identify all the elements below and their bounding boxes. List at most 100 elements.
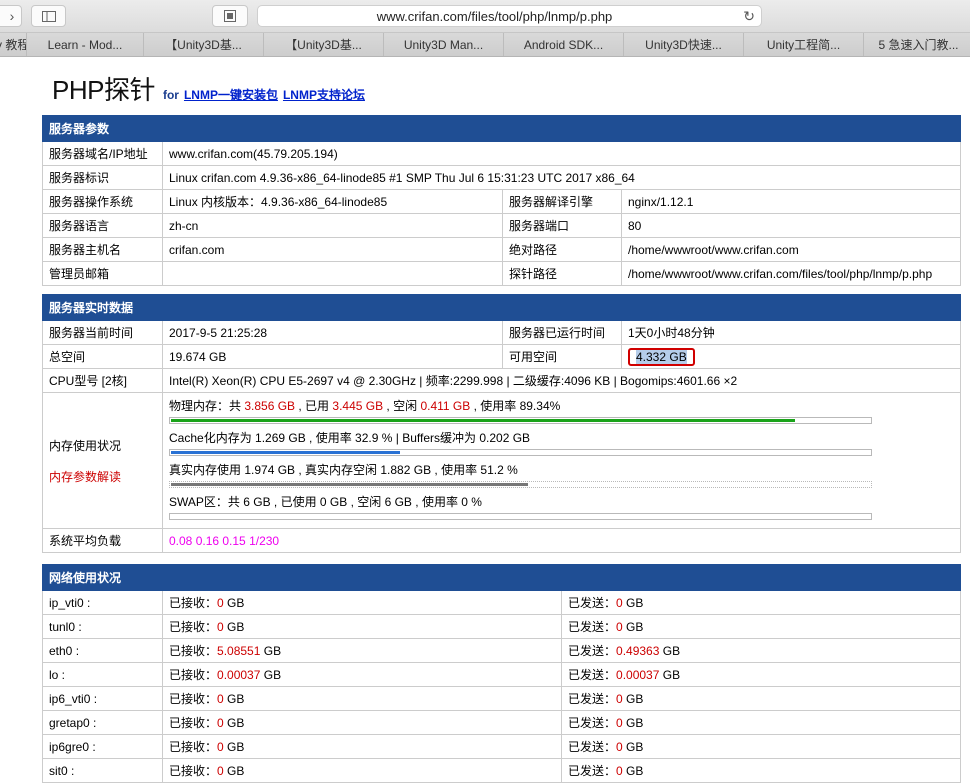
received-label: 已接收： — [169, 644, 218, 658]
table-row: 内存使用状况 内存参数解读 物理内存：共 3.856 GB , 已用 3.445… — [42, 392, 961, 529]
bookmark-item[interactable]: 5 急速入门教... — [863, 33, 970, 56]
table-row: tunl0 : 已接收：0 GB 已发送：0 GB — [42, 614, 961, 639]
received-unit: GB — [223, 764, 245, 778]
reload-icon[interactable]: ↻ — [743, 8, 755, 25]
table-row: 服务器主机名 crifan.com 绝对路径 /home/wwwroot/www… — [42, 237, 961, 262]
row-label: 服务器域名/IP地址 — [42, 141, 163, 166]
sent-cell: 已发送：0 GB — [561, 686, 961, 711]
lnmp-install-link[interactable]: LNMP一键安装包 — [184, 86, 278, 103]
table-row: ip6gre0 : 已接收：0 GB 已发送：0 GB — [42, 734, 961, 759]
reader-button[interactable] — [212, 5, 248, 27]
sent-unit: GB — [622, 596, 644, 610]
received-cell: 已接收：0 GB — [162, 686, 562, 711]
received-label: 已接收： — [169, 596, 218, 610]
sent-value: 0 — [616, 596, 623, 610]
row-value: nginx/1.12.1 — [621, 189, 961, 214]
interface-name: ip6gre0 : — [42, 734, 163, 759]
received-value: 0 — [217, 620, 224, 634]
back-button[interactable]: › — [0, 5, 22, 27]
physical-total: 3.856 GB — [244, 399, 296, 413]
received-label: 已接收： — [169, 764, 218, 778]
url-text[interactable]: www.crifan.com/files/tool/php/lnmp/p.php — [258, 9, 731, 24]
row-value: zh-cn — [162, 213, 503, 238]
memory-label-cell: 内存使用状况 内存参数解读 — [42, 392, 163, 529]
physical-prefix: 物理内存：共 — [169, 399, 245, 413]
bookmark-item[interactable]: Unity3D快速... — [623, 33, 743, 56]
sent-value: 0 — [616, 692, 623, 706]
address-bar[interactable]: www.crifan.com/files/tool/php/lnmp/p.php… — [257, 5, 762, 27]
table-row: 服务器标识 Linux crifan.com 4.9.36-x86_64-lin… — [42, 165, 961, 190]
row-value: 80 — [621, 213, 961, 238]
lnmp-forum-link[interactable]: LNMP支持论坛 — [283, 86, 365, 103]
swap-text: SWAP区：共 6 GB , 已使用 0 GB , 空闲 6 GB , 使用率 … — [169, 495, 482, 509]
table-row: 服务器操作系统 Linux 内核版本：4.9.36-x86_64-linode8… — [42, 189, 961, 214]
received-value: 0 — [217, 596, 224, 610]
sent-unit: GB — [622, 692, 644, 706]
sent-value: 0.00037 — [616, 668, 660, 682]
sent-value: 0 — [616, 740, 623, 754]
received-unit: GB — [223, 620, 245, 634]
sent-cell: 已发送：0 GB — [561, 590, 961, 615]
received-value: 0 — [217, 764, 224, 778]
received-label: 已接收： — [169, 620, 218, 634]
received-value: 0 — [217, 740, 224, 754]
server-params-table: 服务器参数 服务器域名/IP地址 www.crifan.com(45.79.20… — [42, 115, 961, 286]
reader-icon — [224, 10, 236, 22]
table-row: 服务器语言 zh-cn 服务器端口 80 — [42, 213, 961, 238]
total-space: 19.674 GB — [162, 344, 503, 369]
received-unit: GB — [223, 716, 245, 730]
received-label: 已接收： — [169, 668, 218, 682]
received-cell: 已接收：0 GB — [162, 758, 562, 783]
received-unit: GB — [260, 644, 282, 658]
sent-unit: GB — [659, 644, 681, 658]
memory-usage-label: 内存使用状况 — [49, 438, 122, 453]
row-label: 服务器已运行时间 — [502, 320, 622, 345]
physical-memory-bar-fill — [171, 419, 796, 422]
network-table: 网络使用状况 ip_vti0 : 已接收：0 GB 已发送：0 GB tunl0 :已… — [42, 564, 961, 783]
received-value: 0 — [217, 692, 224, 706]
bookmark-item[interactable]: Unity工程简... — [743, 33, 863, 56]
row-label: CPU型号 [2核] — [42, 368, 163, 393]
page-heading: PHP探针 for LNMP一键安装包 LNMP支持论坛 — [52, 70, 365, 107]
sent-label: 已发送： — [568, 668, 617, 682]
row-value: /home/wwwroot/www.crifan.com — [621, 237, 961, 262]
sent-label: 已发送： — [568, 764, 617, 778]
memory-params-link[interactable]: 内存参数解读 — [49, 468, 156, 485]
physical-used: 3.445 GB — [332, 399, 384, 413]
row-label: 服务器操作系统 — [42, 189, 163, 214]
current-time: 2017-9-5 21:25:28 — [162, 320, 503, 345]
interface-name: lo : — [42, 662, 163, 687]
sidebar-toggle-button[interactable] — [31, 5, 66, 27]
bookmark-item[interactable]: Learn - Mod... — [26, 33, 143, 56]
cache-memory-bar-fill — [171, 451, 400, 454]
interface-name: tunl0 : — [42, 614, 163, 639]
section-title: 服务器参数 — [42, 115, 961, 142]
row-label: 管理员邮箱 — [42, 261, 163, 286]
received-unit: GB — [223, 692, 245, 706]
bookmark-item[interactable]: 【Unity3D基... — [263, 33, 383, 56]
physical-mid2: , 空闲 — [383, 399, 421, 413]
row-label: 总空间 — [42, 344, 163, 369]
received-cell: 已接收：0.00037 GB — [162, 662, 562, 687]
physical-suffix: , 使用率 89.34% — [470, 399, 561, 413]
sent-cell: 已发送：0 GB — [561, 710, 961, 735]
bookmark-item[interactable]: Unity3D Man... — [383, 33, 503, 56]
free-space-highlight[interactable]: 4.332 GB — [628, 347, 695, 366]
physical-free: 0.411 GB — [420, 399, 471, 413]
row-label: 绝对路径 — [502, 237, 622, 262]
bookmark-item[interactable]: 【Unity3D基... — [143, 33, 263, 56]
bookmark-item[interactable]: Android SDK... — [503, 33, 623, 56]
for-label: for — [162, 88, 179, 102]
received-cell: 已接收：0 GB — [162, 734, 562, 759]
real-memory-text: 真实内存使用 1.974 GB , 真实内存空闲 1.882 GB , 使用率 … — [169, 463, 518, 477]
section-title: 服务器实时数据 — [42, 294, 961, 321]
table-row: CPU型号 [2核] Intel(R) Xeon(R) CPU E5-2697 … — [42, 368, 961, 393]
cache-memory-bar — [169, 449, 872, 456]
table-row: lo : 已接收：0.00037 GB 已发送：0.00037 GB — [42, 662, 961, 687]
row-value: www.crifan.com(45.79.205.194) — [162, 141, 961, 166]
received-value: 0 — [217, 716, 224, 730]
bookmark-item[interactable]: y 教程 — [0, 33, 26, 56]
sent-label: 已发送： — [568, 620, 617, 634]
row-value: Linux 内核版本：4.9.36-x86_64-linode85 — [162, 189, 503, 214]
row-label: 服务器端口 — [502, 213, 622, 238]
